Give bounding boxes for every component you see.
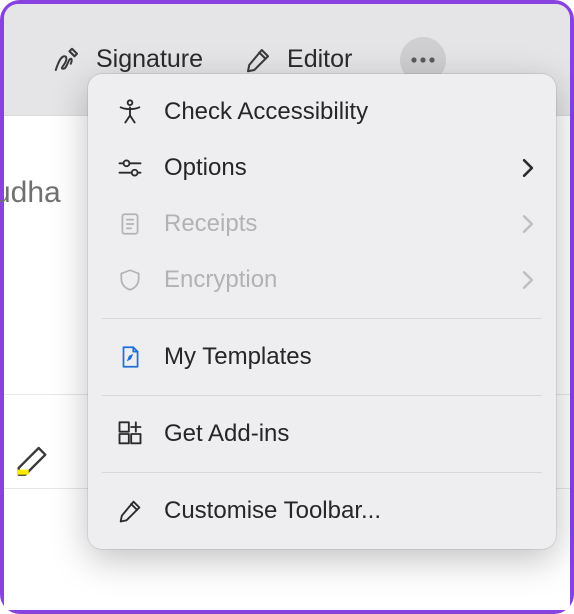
chevron-right-icon	[514, 215, 534, 233]
menu-separator	[102, 318, 542, 319]
editor-label: Editor	[287, 45, 352, 74]
menu-label: Options	[164, 154, 514, 182]
menu-options[interactable]: Options	[88, 140, 556, 196]
menu-label: Get Add-ins	[164, 420, 534, 448]
menu-receipts: Receipts	[88, 196, 556, 252]
menu-label: Customise Toolbar...	[164, 497, 534, 525]
background-partial-text: udha	[0, 176, 61, 210]
more-icon	[410, 56, 436, 64]
menu-customise-toolbar[interactable]: Customise Toolbar...	[88, 483, 556, 539]
menu-label: My Templates	[164, 343, 534, 371]
customise-icon	[114, 495, 146, 527]
templates-icon	[114, 341, 146, 373]
menu-check-accessibility[interactable]: Check Accessibility	[88, 84, 556, 140]
chevron-right-icon	[514, 159, 534, 177]
menu-label: Encryption	[164, 266, 514, 294]
shield-icon	[114, 264, 146, 296]
menu-my-templates[interactable]: My Templates	[88, 329, 556, 385]
editor-button[interactable]: Editor	[243, 45, 352, 75]
menu-get-addins[interactable]: Get Add-ins	[88, 406, 556, 462]
editor-icon	[243, 45, 273, 75]
receipts-icon	[114, 208, 146, 240]
signature-icon	[52, 45, 82, 75]
menu-label: Check Accessibility	[164, 98, 534, 126]
accessibility-icon	[114, 96, 146, 128]
signature-button[interactable]: Signature	[52, 45, 203, 75]
options-icon	[114, 152, 146, 184]
menu-encryption: Encryption	[88, 252, 556, 308]
overflow-menu: Check Accessibility Options	[88, 74, 556, 549]
addins-icon	[114, 418, 146, 450]
chevron-right-icon	[514, 271, 534, 289]
menu-separator	[102, 395, 542, 396]
highlight-icon[interactable]	[12, 438, 52, 478]
signature-label: Signature	[96, 45, 203, 74]
menu-label: Receipts	[164, 210, 514, 238]
menu-separator	[102, 472, 542, 473]
content-area: udha Check Accessibili	[4, 116, 570, 610]
